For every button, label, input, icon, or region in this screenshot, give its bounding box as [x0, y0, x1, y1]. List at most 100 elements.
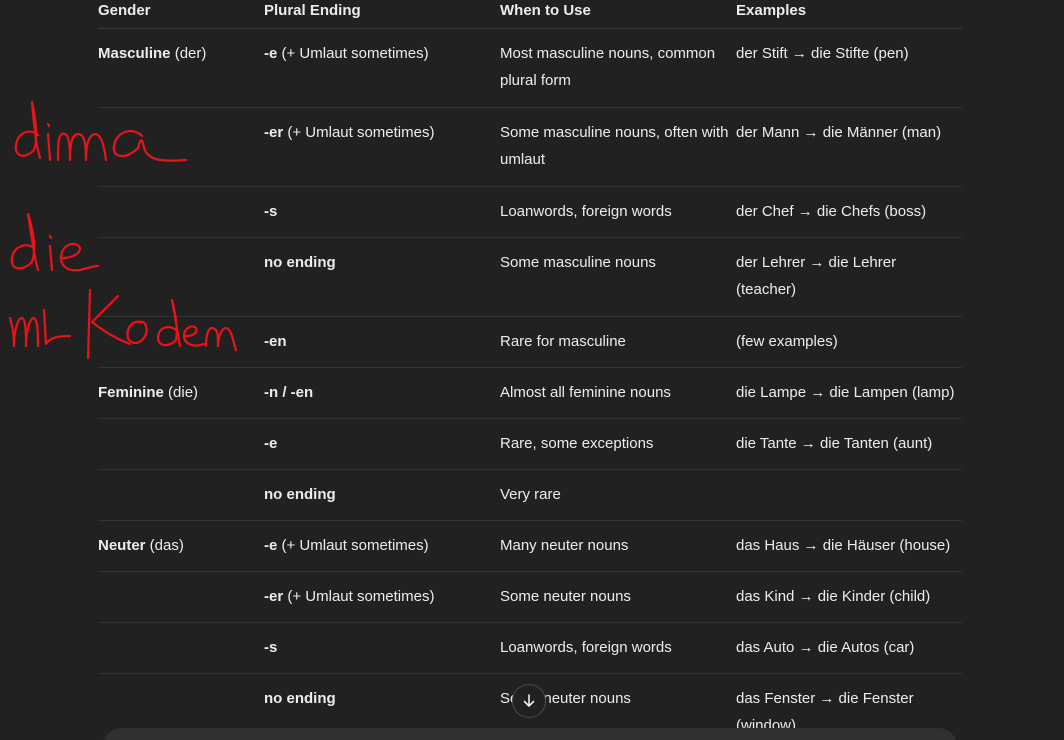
plural-ending-cell-ending-bold: no ending	[264, 690, 336, 707]
table-header-row: Gender Plural Ending When to Use Example…	[98, 0, 962, 29]
when-to-use-cell-use: Rare for masculine	[500, 333, 626, 350]
table-row: -e Rare, some exceptions die Tante → die T…	[98, 418, 962, 470]
gender-cell	[98, 571, 264, 623]
example-cell: die Tante → die Tanten (aunt)	[736, 418, 962, 470]
gender-cell: Masculine (der)	[98, 28, 264, 108]
gender-cell-gender-bold: Neuter	[98, 537, 146, 554]
table-row: -er (+ Umlaut sometimes) Some neuter noun…	[98, 571, 962, 623]
example-cell-example: das Kind → die Kinder (child)	[736, 588, 931, 605]
gender-cell	[98, 316, 264, 368]
table-row: -s Loanwords, foreign words der Chef → die…	[98, 186, 962, 238]
when-to-use-cell: Some neuter nouns	[500, 571, 736, 623]
arrow-down-icon	[523, 694, 535, 707]
table-row: Feminine (die) -n / -en Almost all feminin…	[98, 367, 962, 419]
plural-ending-cell: -e	[264, 418, 500, 470]
scroll-to-bottom-button[interactable]	[512, 684, 546, 718]
table-row: -er (+ Umlaut sometimes) Some masculine n…	[98, 107, 962, 187]
plural-ending-cell: -n / -en	[264, 367, 500, 419]
when-to-use-cell: Loanwords, foreign words	[500, 622, 736, 674]
example-cell: der Stift → die Stifte (pen)	[736, 28, 962, 108]
example-cell: die Lampe → die Lampen (lamp)	[736, 367, 962, 419]
plural-ending-cell: -er (+ Umlaut sometimes)	[264, 107, 500, 187]
gender-cell-gender-rest: (der)	[170, 45, 207, 62]
plural-ending-cell-ending-bold: -n / -en	[264, 384, 314, 401]
example-cell: der Mann → die Männer (man)	[736, 107, 962, 187]
plural-ending-cell-ending-bold: -er	[264, 124, 284, 141]
gender-cell	[98, 237, 264, 317]
example-cell: das Haus → die Häuser (house)	[736, 520, 962, 572]
when-to-use-cell-use: Most masculine nouns, common plural form	[500, 45, 716, 89]
gender-cell-gender-bold: Masculine	[98, 45, 171, 62]
plural-ending-cell-ending-bold: -e	[264, 435, 278, 452]
header-when-to-use: When to Use	[500, 0, 736, 29]
when-to-use-cell-use: Some neuter nouns	[500, 588, 631, 605]
gender-cell	[98, 186, 264, 238]
plural-table: Gender Plural Ending When to Use Example…	[98, 0, 962, 740]
example-cell: das Kind → die Kinder (child)	[736, 571, 962, 623]
plural-ending-cell-ending-bold: -e	[264, 45, 278, 62]
when-to-use-cell-use: Rare, some exceptions	[500, 435, 654, 452]
example-cell: (few examples)	[736, 316, 962, 368]
example-cell-example: das Auto → die Autos (car)	[736, 639, 915, 656]
gender-cell-gender-bold: Feminine	[98, 384, 164, 401]
plural-ending-cell: -e (+ Umlaut sometimes)	[264, 28, 500, 108]
plural-ending-cell: -er (+ Umlaut sometimes)	[264, 571, 500, 623]
gender-cell: Feminine (die)	[98, 367, 264, 419]
plural-ending-cell-ending-bold: no ending	[264, 254, 336, 271]
when-to-use-cell: Loanwords, foreign words	[500, 186, 736, 238]
when-to-use-cell: Rare for masculine	[500, 316, 736, 368]
plural-ending-cell: -s	[264, 622, 500, 674]
example-cell-example: die Tante → die Tanten (aunt)	[736, 435, 933, 452]
example-cell: das Auto → die Autos (car)	[736, 622, 962, 674]
plural-ending-cell-ending-rest: (+ Umlaut sometimes)	[283, 588, 435, 605]
plural-ending-cell: -s	[264, 186, 500, 238]
example-cell: der Lehrer → die Lehrer (teacher)	[736, 237, 962, 317]
example-cell	[736, 469, 962, 521]
plural-ending-cell: no ending	[264, 469, 500, 521]
header-plural-ending: Plural Ending	[264, 0, 500, 29]
gender-cell	[98, 622, 264, 674]
gender-cell	[98, 418, 264, 470]
gender-cell: Neuter (das)	[98, 520, 264, 572]
gender-cell	[98, 469, 264, 521]
plural-ending-cell: no ending	[264, 237, 500, 317]
plural-ending-cell-ending-bold: no ending	[264, 486, 336, 503]
example-cell-example: die Lampe → die Lampen (lamp)	[736, 384, 955, 401]
gender-cell	[98, 107, 264, 187]
when-to-use-cell-use: Many neuter nouns	[500, 537, 629, 554]
plural-ending-cell-ending-rest: (+ Umlaut sometimes)	[277, 45, 429, 62]
when-to-use-cell: Some masculine nouns	[500, 237, 736, 317]
chat-page: Gender Plural Ending When to Use Example…	[0, 0, 1064, 740]
plural-ending-cell-ending-bold: -er	[264, 588, 284, 605]
when-to-use-cell: Very rare	[500, 469, 736, 521]
gender-cell-gender-rest: (die)	[163, 384, 199, 401]
plural-ending-cell-ending-bold: -e	[264, 537, 278, 554]
when-to-use-cell-use: Almost all feminine nouns	[500, 384, 671, 401]
when-to-use-cell-use: Some masculine nouns, often with umlaut	[500, 124, 729, 168]
example-cell-example: der Stift → die Stifte (pen)	[736, 45, 909, 62]
plural-table-container: Gender Plural Ending When to Use Example…	[98, 0, 962, 740]
table-body: Masculine (der) -e (+ Umlaut sometimes) Mo…	[98, 28, 962, 740]
example-cell-example: (few examples)	[736, 333, 838, 350]
when-to-use-cell-use: Loanwords, foreign words	[500, 639, 672, 656]
example-cell-example: der Chef → die Chefs (boss)	[736, 203, 927, 220]
when-to-use-cell: Some masculine nouns, often with umlaut	[500, 107, 736, 187]
gender-cell-gender-rest: (das)	[145, 537, 184, 554]
header-gender: Gender	[98, 0, 264, 29]
plural-ending-cell-ending-bold: -s	[264, 203, 278, 220]
table-row: -s Loanwords, foreign words das Auto → die…	[98, 622, 962, 674]
message-composer[interactable]	[102, 728, 958, 740]
when-to-use-cell-use: Very rare	[500, 486, 561, 503]
table-row: no ending Some masculine nouns der Lehrer …	[98, 237, 962, 317]
example-cell-example: der Mann → die Männer (man)	[736, 124, 942, 141]
plural-ending-cell: -en	[264, 316, 500, 368]
table-row: Neuter (das) -e (+ Umlaut sometimes) Many …	[98, 520, 962, 572]
plural-ending-cell-ending-rest: (+ Umlaut sometimes)	[277, 537, 429, 554]
when-to-use-cell: Many neuter nouns	[500, 520, 736, 572]
table-row: Masculine (der) -e (+ Umlaut sometimes) Mo…	[98, 28, 962, 108]
example-cell-example: der Lehrer → die Lehrer (teacher)	[736, 254, 897, 298]
plural-ending-cell-ending-bold: -s	[264, 639, 278, 656]
header-examples: Examples	[736, 0, 962, 29]
plural-ending-cell-ending-bold: -en	[264, 333, 287, 350]
table-row: no ending Very rare	[98, 469, 962, 521]
